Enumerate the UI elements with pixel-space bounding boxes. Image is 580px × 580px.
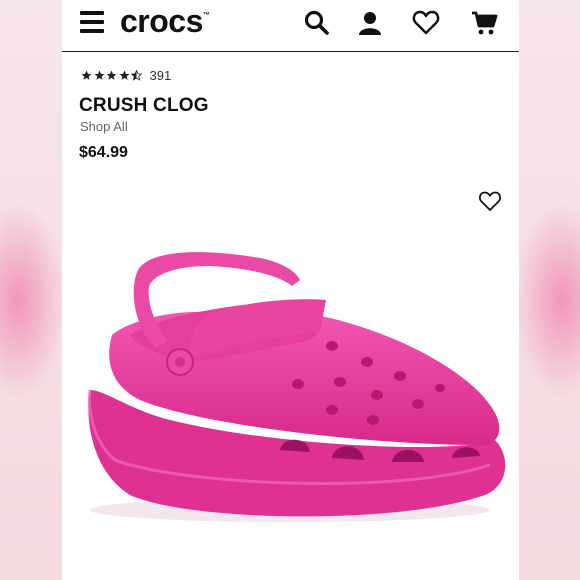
- star-icon: [81, 70, 92, 80]
- account-icon[interactable]: [356, 9, 384, 37]
- crocs-logo[interactable]: crocs™: [120, 3, 210, 40]
- category-link[interactable]: Shop All: [80, 119, 128, 134]
- review-count[interactable]: 391: [150, 68, 172, 83]
- product-title: CRUSH CLOG: [79, 95, 209, 116]
- half-star-icon: [131, 69, 142, 81]
- product-page: crocs™ 391 CRUSH CLOG Shop All $64.99: [62, 0, 519, 580]
- wishlist-heart-icon[interactable]: [478, 190, 502, 212]
- cart-icon[interactable]: [470, 9, 498, 37]
- star-rating[interactable]: 391: [81, 68, 172, 83]
- star-icon: [94, 70, 104, 80]
- menu-icon[interactable]: [80, 11, 104, 33]
- star-icon: [119, 70, 129, 80]
- product-image-clog: [88, 252, 506, 522]
- search-icon[interactable]: [303, 9, 331, 37]
- product-price: $64.99: [79, 144, 128, 161]
- star-icon: [106, 70, 117, 80]
- heart-icon[interactable]: [412, 9, 440, 37]
- site-header: crocs™: [62, 0, 519, 52]
